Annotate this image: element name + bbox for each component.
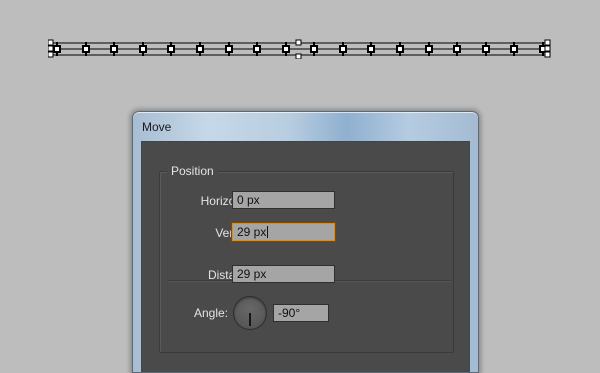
anchor-point-icon bbox=[482, 42, 490, 56]
anchor-point-icon bbox=[110, 42, 118, 56]
vertical-input[interactable]: 29 px bbox=[232, 223, 335, 241]
anchor-point-icon bbox=[425, 42, 433, 56]
dialog-title: Move bbox=[142, 120, 172, 134]
angle-label: Angle: bbox=[193, 306, 228, 320]
anchor-point-icon bbox=[82, 42, 90, 56]
anchor-point-icon bbox=[139, 42, 147, 56]
text-caret bbox=[267, 226, 269, 238]
anchor-point-icon bbox=[339, 42, 347, 56]
angle-needle-icon bbox=[249, 313, 251, 326]
anchor-point-icon bbox=[396, 42, 404, 56]
distance-input[interactable]: 29 px bbox=[232, 265, 335, 283]
anchor-point-icon bbox=[510, 42, 518, 56]
angle-dial[interactable] bbox=[233, 296, 267, 330]
anchor-point-icon bbox=[196, 42, 204, 56]
dialog-body: Position Horizontal: 0 px Vertical: 29 p… bbox=[141, 141, 470, 372]
anchor-point-icon bbox=[225, 42, 233, 56]
anchor-point-icon bbox=[167, 42, 175, 56]
anchor-point-icon bbox=[310, 42, 318, 56]
selected-path-artwork[interactable] bbox=[48, 39, 552, 59]
anchor-point-icon bbox=[453, 42, 461, 56]
anchor-point-icon bbox=[282, 42, 290, 56]
position-group-legend: Position bbox=[167, 164, 218, 178]
angle-input[interactable]: -90° bbox=[273, 304, 329, 322]
anchor-path-icon bbox=[48, 39, 551, 59]
move-dialog: Move Position Horizontal: 0 px Vertical:… bbox=[132, 111, 479, 373]
vertical-input-value: 29 px bbox=[237, 225, 267, 239]
horizontal-input[interactable]: 0 px bbox=[232, 191, 335, 209]
anchor-point-icon bbox=[367, 42, 375, 56]
anchor-point-icon bbox=[53, 42, 61, 56]
anchor-point-icon bbox=[253, 42, 261, 56]
